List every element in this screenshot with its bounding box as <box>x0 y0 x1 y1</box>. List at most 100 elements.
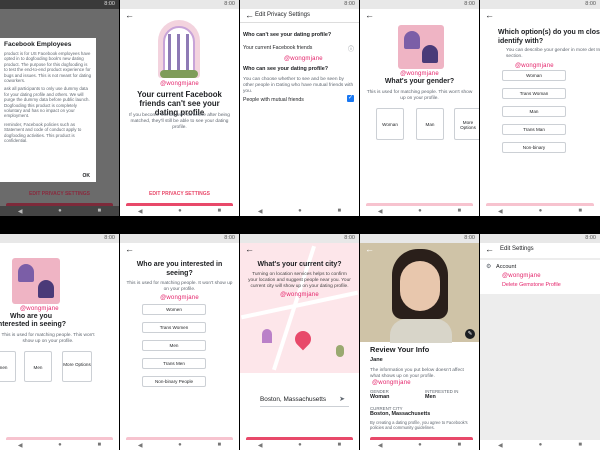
option-men[interactable]: Men <box>24 351 52 382</box>
nav-bar: ◀ ● ■ <box>120 206 239 216</box>
phone-2: 8:00 ← @wongmjane Your current Facebook … <box>120 0 239 216</box>
account-label[interactable]: Account <box>496 264 516 270</box>
option-woman[interactable]: Woman <box>376 108 404 140</box>
home-icon[interactable]: ● <box>58 208 62 214</box>
watermark: @wongmjane <box>284 56 323 62</box>
terms[interactable]: By creating a dating profile, you agree … <box>370 420 475 430</box>
back-icon[interactable]: ◀ <box>18 208 23 215</box>
home-icon[interactable]: ● <box>539 442 543 448</box>
status-bar: 8:00 <box>240 0 359 9</box>
home-icon[interactable]: ● <box>418 208 422 214</box>
recent-icon[interactable]: ■ <box>578 208 582 214</box>
face-icon <box>404 31 420 49</box>
home-icon[interactable]: ● <box>58 442 62 448</box>
title: Review Your Info <box>370 345 430 354</box>
recent-icon[interactable]: ■ <box>578 442 582 448</box>
back-icon[interactable]: ◀ <box>258 208 263 215</box>
recent-icon[interactable]: ■ <box>458 442 462 448</box>
back-icon[interactable]: ◀ <box>498 442 503 449</box>
location-arrow-icon[interactable]: ➤ <box>339 395 345 403</box>
watermark: @wongmjane <box>400 71 439 77</box>
faces-illustration <box>398 25 444 69</box>
shoulders <box>390 319 452 343</box>
option-more[interactable]: More Options <box>454 108 479 140</box>
nav-bar: ◀ ● ■ <box>120 440 239 450</box>
home-icon[interactable]: ● <box>178 442 182 448</box>
back-arrow-icon[interactable]: ← <box>245 245 254 254</box>
back-arrow-icon[interactable]: ← <box>365 245 374 254</box>
mutual-friends-checkbox[interactable]: ✓ <box>347 95 354 102</box>
interest-value: Men <box>425 394 436 400</box>
delete-profile-link[interactable]: Delete Gemstone Profile <box>502 282 561 288</box>
back-arrow-icon[interactable]: ← <box>365 11 374 20</box>
status-bar: 8:00 <box>120 234 239 243</box>
home-icon[interactable]: ● <box>178 208 182 214</box>
option-trans-women[interactable]: Trans Women <box>142 322 206 333</box>
home-icon[interactable]: ● <box>298 208 302 214</box>
option-trans-woman[interactable]: Trans Woman <box>502 88 566 99</box>
screenshot-grid: 8:00 Facebook Employees product is for U… <box>0 0 600 450</box>
watermark: @wongmjane <box>160 295 199 301</box>
recent-icon[interactable]: ■ <box>338 442 342 448</box>
option-women[interactable]: men <box>0 351 16 382</box>
back-arrow-icon[interactable]: ← <box>125 11 134 20</box>
face-icon <box>18 264 34 282</box>
city-input[interactable]: Boston, Massachusetts <box>260 396 326 403</box>
ok-button[interactable]: OK <box>83 173 91 179</box>
back-arrow-icon[interactable]: ← <box>245 11 254 20</box>
status-bar: 8:00 <box>360 0 479 9</box>
phone-6: 8:00 @wongmjane Who are you interested i… <box>0 234 119 450</box>
back-icon[interactable]: ◀ <box>258 442 263 449</box>
home-icon[interactable]: ● <box>418 442 422 448</box>
title: What's your gender? <box>384 78 455 85</box>
back-icon[interactable]: ◀ <box>138 208 143 215</box>
dialog-body-3: reminder, Facebook policies such as Stat… <box>4 121 82 144</box>
dialog-title: Facebook Employees <box>4 41 72 48</box>
recent-icon[interactable]: ■ <box>338 208 342 214</box>
option-more[interactable]: More Options <box>62 351 92 382</box>
back-icon[interactable]: ◀ <box>138 442 143 449</box>
note: The information you put below doesn't af… <box>370 368 464 379</box>
back-icon[interactable]: ◀ <box>378 208 383 215</box>
phone-3: 8:00 ← Edit Privacy Settings Who can't s… <box>240 0 359 216</box>
info-icon[interactable]: ⓘ <box>348 44 354 53</box>
option-non-binary[interactable]: Non-binary People <box>142 376 206 387</box>
status-bar: 8:00 <box>480 234 600 243</box>
home-icon[interactable]: ● <box>298 442 302 448</box>
city-value: Boston, Massachusetts <box>370 411 431 417</box>
recent-icon[interactable]: ■ <box>458 208 462 214</box>
q-can-see: Who can see your dating profile? <box>243 66 329 72</box>
home-icon[interactable]: ● <box>539 208 543 214</box>
option-man[interactable]: Man <box>502 106 566 117</box>
recent-icon[interactable]: ■ <box>218 208 222 214</box>
option-trans-men[interactable]: Trans Men <box>142 358 206 369</box>
face <box>400 261 440 311</box>
subtitle: You can describe your gender in more det… <box>506 48 600 59</box>
back-icon[interactable]: ◀ <box>498 208 503 215</box>
back-arrow-icon[interactable]: ← <box>485 245 494 254</box>
edit-privacy-link[interactable]: EDIT PRIVACY SETTINGS <box>120 191 239 197</box>
option-man[interactable]: Man <box>416 108 444 140</box>
option-men[interactable]: Men <box>142 340 206 351</box>
recent-icon[interactable]: ■ <box>98 442 102 448</box>
watermark: @wongmjane <box>502 273 541 279</box>
back-arrow-icon[interactable]: ← <box>485 11 494 20</box>
back-icon[interactable]: ◀ <box>18 442 23 449</box>
back-icon[interactable]: ◀ <box>378 442 383 449</box>
option-woman[interactable]: Woman <box>502 70 566 81</box>
nav-bar: ◀ ● ■ <box>360 206 479 216</box>
building-icon <box>262 329 272 343</box>
option-women[interactable]: Women <box>142 304 206 315</box>
status-bar: 8:00 <box>120 0 239 9</box>
edit-photo-icon[interactable]: ✎ <box>465 329 475 339</box>
back-arrow-icon[interactable]: ← <box>125 245 134 254</box>
option-trans-man[interactable]: Trans Man <box>502 124 566 135</box>
recent-icon[interactable]: ■ <box>98 208 102 214</box>
recent-icon[interactable]: ■ <box>218 442 222 448</box>
nav-bar: ◀ ● ■ <box>480 206 600 216</box>
edit-privacy-link[interactable]: EDIT PRIVACY SETTINGS <box>0 191 119 197</box>
app-bar: ← Edit Settings <box>480 243 600 258</box>
option-non-binary[interactable]: Non-binary <box>502 142 566 153</box>
dialog-body-2: ask all participants to only use dummy d… <box>4 86 90 119</box>
settings-list: ⚙ Account @wongmjane Delete Gemstone Pro… <box>480 260 600 294</box>
